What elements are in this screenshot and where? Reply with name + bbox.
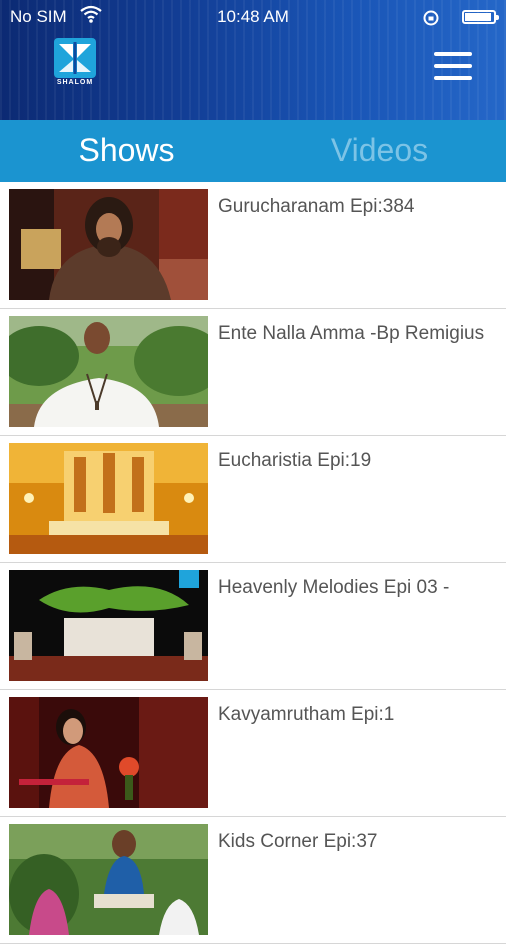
status-bar: No SIM 10:48 AM [0, 0, 506, 32]
show-thumbnail [9, 189, 208, 300]
show-thumbnail [9, 570, 208, 681]
list-item[interactable]: Gurucharanam Epi:384 [0, 182, 506, 309]
shows-list: Gurucharanam Epi:384 Ente Nalla Amma -Bp… [0, 182, 506, 944]
show-thumbnail [9, 824, 208, 935]
list-item[interactable]: Ente Nalla Amma -Bp Remigius [0, 309, 506, 436]
rotation-lock-icon [422, 9, 440, 32]
show-title: Eucharistia Epi:19 [218, 450, 372, 471]
tab-bar: Shows Videos [0, 120, 506, 182]
show-title: Kavyamrutham Epi:1 [218, 704, 395, 725]
show-thumbnail [9, 316, 208, 427]
list-item[interactable]: Kids Corner Epi:37 [0, 817, 506, 944]
show-thumbnail [9, 697, 208, 808]
show-thumbnail [9, 443, 208, 554]
list-item[interactable]: Heavenly Melodies Epi 03 - [0, 563, 506, 690]
show-title: Ente Nalla Amma -Bp Remigius [218, 323, 485, 344]
hamburger-menu-icon[interactable] [434, 52, 472, 82]
battery-icon [462, 10, 499, 24]
show-title: Gurucharanam Epi:384 [218, 196, 415, 217]
show-title: Heavenly Melodies Epi 03 - [218, 577, 450, 598]
list-item[interactable]: Kavyamrutham Epi:1 [0, 690, 506, 817]
tab-shows[interactable]: Shows [0, 120, 253, 182]
list-item[interactable]: Eucharistia Epi:19 [0, 436, 506, 563]
shalom-logo[interactable]: SHALOM [52, 38, 98, 90]
app-header: No SIM 10:48 AM SHALOM [0, 0, 506, 120]
tab-videos[interactable]: Videos [253, 120, 506, 182]
logo-icon [54, 38, 96, 78]
logo-text: SHALOM [56, 79, 94, 86]
show-title: Kids Corner Epi:37 [218, 831, 378, 852]
